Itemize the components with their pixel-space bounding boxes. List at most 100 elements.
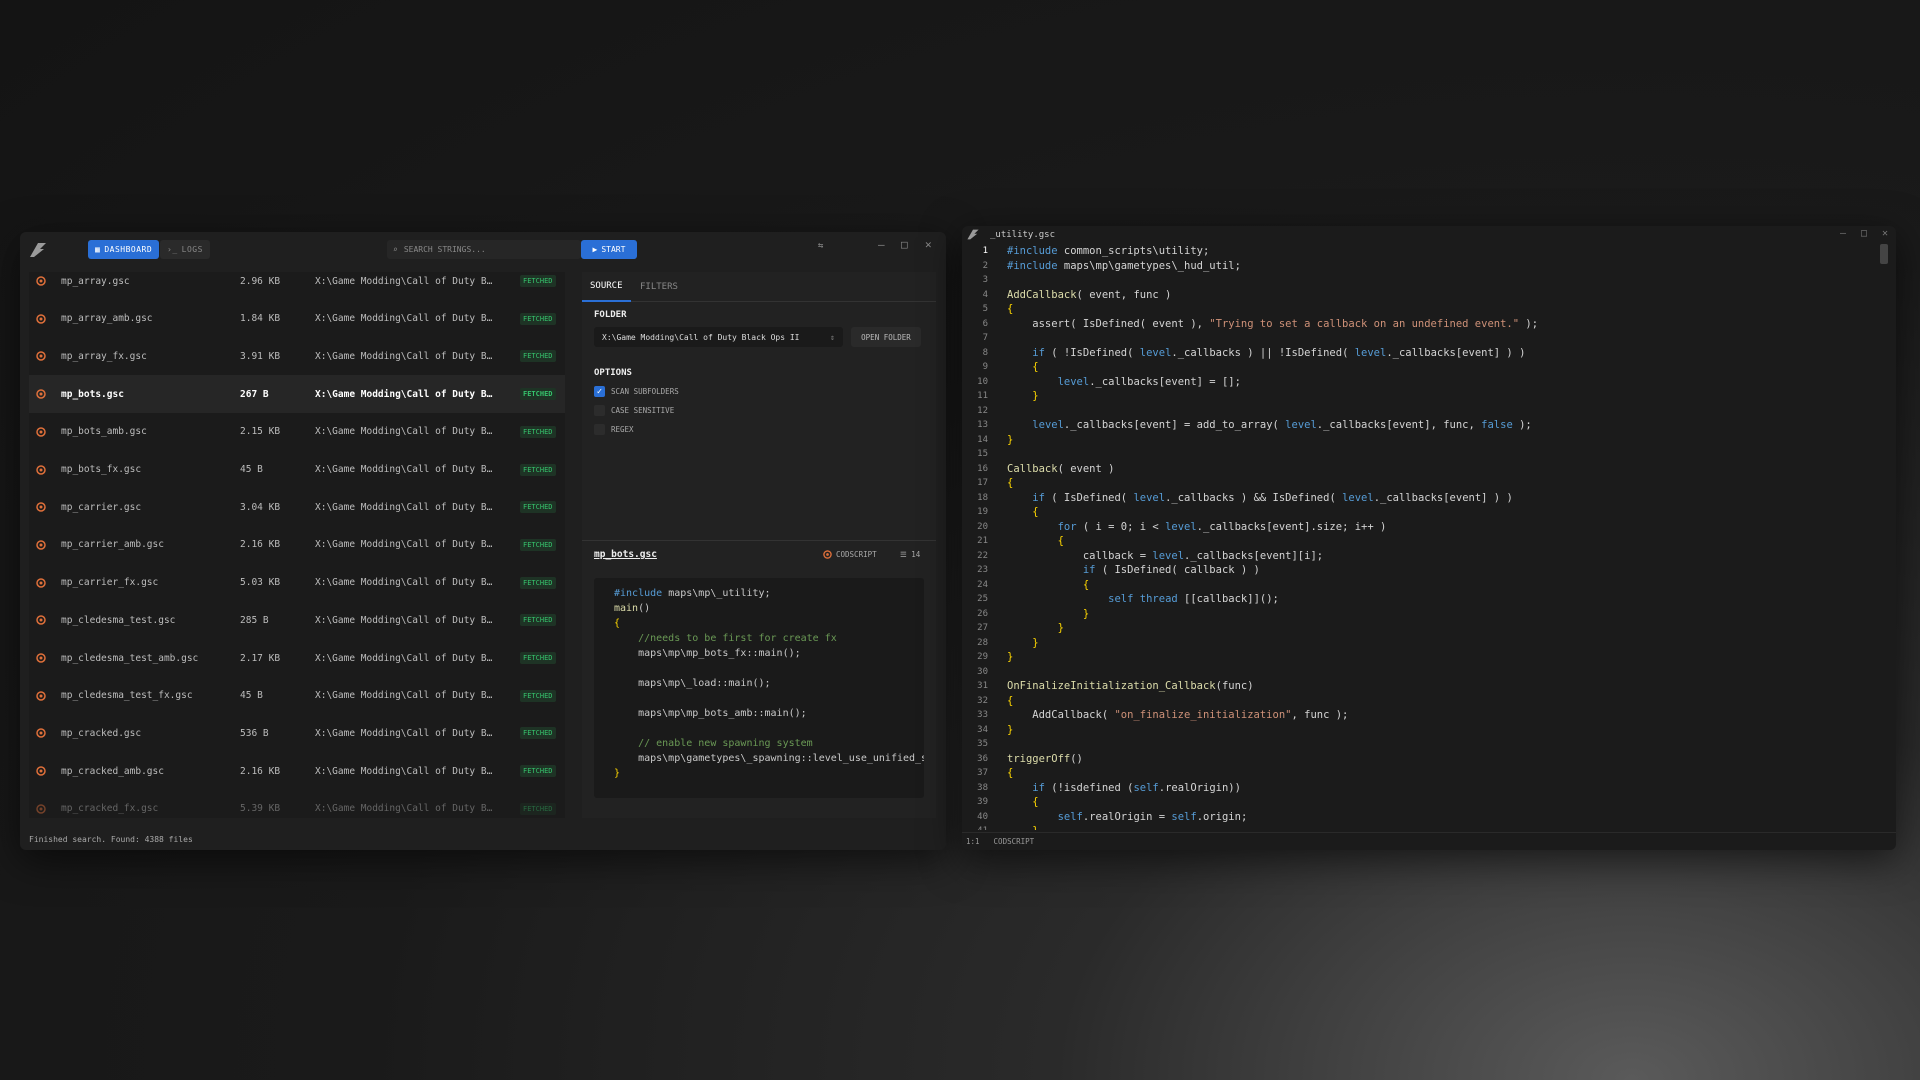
- codscript-icon: [823, 550, 832, 559]
- scan-subfolders-option[interactable]: ✓ SCAN SUBFOLDERS: [594, 386, 679, 397]
- search-input[interactable]: ⌕ SEARCH STRINGS...: [387, 240, 581, 259]
- file-name: mp_array_amb.gsc: [61, 313, 153, 325]
- file-row[interactable]: mp_array.gsc 2.96 KB X:\Game Modding\Call …: [29, 272, 565, 300]
- line-number: 32: [977, 695, 988, 706]
- editor-window: _utility.gsc – □ ✕ 1 2 3 4 5 6 7 8 9 10 11 12 13 14 15…: [962, 226, 1896, 850]
- line-number: 11: [977, 391, 988, 401]
- chevron-updown-icon: ⇕: [830, 332, 835, 342]
- preview-code-line: [614, 661, 924, 676]
- checkbox-icon[interactable]: [594, 405, 605, 416]
- code-line: {: [1057, 535, 1064, 547]
- minimize-icon[interactable]: –: [1840, 228, 1846, 239]
- file-row[interactable]: mp_cledesma_test_fx.gsc 45 B X:\Game Moddi…: [29, 677, 565, 715]
- line-number: 40: [977, 811, 988, 822]
- maximize-icon[interactable]: □: [901, 238, 908, 251]
- scan-subfolders-label: SCAN SUBFOLDERS: [611, 387, 679, 396]
- folder-select[interactable]: X:\Game Modding\Call of Duty Black Ops I…: [594, 327, 843, 347]
- file-path: X:\Game Modding\Call of Duty B…: [315, 275, 493, 287]
- line-number: 27: [977, 623, 988, 633]
- line-number: 20: [977, 521, 988, 532]
- code-line: {: [1007, 303, 1014, 315]
- line-number: 18: [977, 492, 988, 503]
- line-number: 5: [982, 304, 988, 314]
- file-row[interactable]: mp_cracked_fx.gsc 5.39 KB X:\Game Modding\…: [29, 790, 565, 818]
- file-row[interactable]: mp_array_amb.gsc 1.84 KB X:\Game Modding\C…: [29, 300, 565, 338]
- dashboard-label: DASHBOARD: [104, 245, 153, 254]
- preview-code-line: maps\mp\_load::main();: [614, 678, 771, 689]
- file-size: 2.17 KB: [240, 652, 281, 664]
- file-row[interactable]: mp_cracked.gsc 536 B X:\Game Modding\Call …: [29, 714, 565, 752]
- codscript-file-icon: [36, 351, 46, 362]
- line-number: 10: [977, 376, 988, 387]
- file-row[interactable]: mp_carrier_fx.gsc 5.03 KB X:\Game Modding\…: [29, 564, 565, 602]
- file-path: X:\Game Modding\Call of Duty B…: [315, 765, 493, 777]
- regex-label: REGEX: [611, 425, 634, 434]
- code-line: {: [1032, 796, 1039, 808]
- file-size: 45 B: [240, 464, 263, 475]
- file-row[interactable]: mp_cracked_amb.gsc 2.16 KB X:\Game Modding…: [29, 752, 565, 790]
- line-number: 35: [977, 739, 988, 749]
- file-row[interactable]: mp_cledesma_test.gsc 285 B X:\Game Modding…: [29, 601, 565, 639]
- codscript-file-icon: [36, 653, 46, 663]
- line-number: 23: [977, 565, 988, 575]
- file-row[interactable]: mp_array_fx.gsc 3.91 KB X:\Game Modding\Ca…: [29, 337, 565, 375]
- file-name: mp_cledesma_test.gsc: [61, 614, 176, 626]
- status-badge: FETCHED: [520, 538, 556, 551]
- start-button[interactable]: ▶ START: [581, 240, 637, 259]
- code-line: self.realOrigin = self.origin;: [1057, 810, 1248, 823]
- file-name: mp_cledesma_test_fx.gsc: [61, 690, 193, 702]
- codscript-file-icon: [36, 615, 46, 626]
- regex-option[interactable]: REGEX: [594, 424, 634, 435]
- codscript-file-icon: [36, 690, 46, 701]
- logs-button[interactable]: ›_ LOGS: [160, 240, 210, 259]
- codscript-file-icon: [36, 313, 46, 324]
- codscript-file-icon: [36, 502, 46, 512]
- code-editor[interactable]: #include common_scripts\utility; #include…: [1007, 244, 1877, 830]
- settings-icon[interactable]: ⇆: [818, 241, 823, 251]
- status-badge: FETCHED: [520, 727, 556, 740]
- dashboard-button[interactable]: ▦ DASHBOARD: [88, 240, 160, 259]
- file-row[interactable]: mp_carrier.gsc 3.04 KB X:\Game Modding\Cal…: [29, 488, 565, 526]
- maximize-icon[interactable]: □: [1861, 228, 1867, 239]
- code-line: #include common_scripts\utility;: [1007, 245, 1210, 257]
- file-size: 536 B: [240, 727, 269, 739]
- minimize-icon[interactable]: –: [878, 238, 885, 251]
- file-path: X:\Game Modding\Call of Duty B…: [315, 501, 493, 513]
- file-row[interactable]: mp_bots_amb.gsc 2.15 KB X:\Game Modding\Ca…: [29, 413, 565, 451]
- tab-filters[interactable]: FILTERS: [632, 272, 686, 302]
- preview-code-line: [614, 721, 924, 736]
- checkbox-checked-icon[interactable]: ✓: [594, 386, 605, 397]
- file-row[interactable]: mp_bots.gsc 267 B X:\Game Modding\Call of …: [29, 375, 565, 414]
- line-number: 21: [977, 536, 988, 546]
- line-number: 29: [977, 652, 988, 662]
- file-name: mp_bots_amb.gsc: [61, 426, 147, 438]
- close-icon[interactable]: ✕: [925, 238, 932, 251]
- line-number: 2: [982, 260, 988, 271]
- tab-source[interactable]: SOURCE: [582, 272, 631, 302]
- code-line: }: [1007, 433, 1014, 446]
- file-row[interactable]: mp_cledesma_test_amb.gsc 2.17 KB X:\Game M…: [29, 639, 565, 677]
- code-line: if ( IsDefined( callback ) ): [1082, 564, 1260, 576]
- file-row[interactable]: mp_bots_fx.gsc 45 B X:\Game Modding\Call o…: [29, 451, 565, 489]
- side-panel: SOURCE FILTERS FOLDER X:\Game Modding\Ca…: [582, 272, 936, 818]
- codscript-file-icon: [36, 389, 46, 399]
- scrollbar[interactable]: [1880, 244, 1888, 264]
- close-icon[interactable]: ✕: [1882, 228, 1888, 239]
- file-name: mp_bots_fx.gsc: [61, 464, 142, 475]
- code-line: {: [1007, 767, 1014, 779]
- open-folder-button[interactable]: OPEN FOLDER: [851, 327, 921, 347]
- code-line: }: [1057, 622, 1064, 634]
- editor-status-bar: 1:1 CODSCRIPT: [962, 832, 1896, 850]
- case-sensitive-option[interactable]: CASE SENSITIVE: [594, 405, 674, 416]
- file-name: mp_cracked.gsc: [61, 727, 142, 739]
- file-name: mp_cledesma_test_amb.gsc: [61, 652, 199, 664]
- checkbox-icon[interactable]: [594, 424, 605, 435]
- preview-code-line: // enable new spawning system: [614, 738, 813, 749]
- status-badge: FETCHED: [520, 425, 556, 438]
- line-number: 31: [977, 681, 988, 691]
- file-row[interactable]: mp_carrier_amb.gsc 2.16 KB X:\Game Modding…: [29, 526, 565, 564]
- line-number: 25: [977, 594, 988, 604]
- preview-file-name[interactable]: mp_bots.gsc: [594, 549, 657, 560]
